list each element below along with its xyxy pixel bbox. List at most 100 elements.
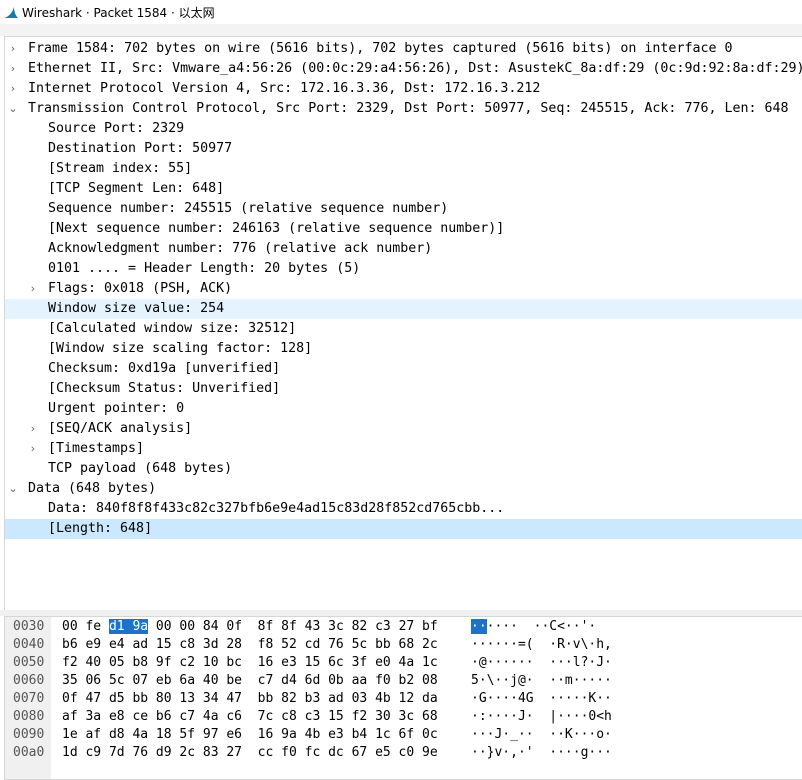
packet-details-tree[interactable]: › Frame 1584: 702 bytes on wire (5616 bit… <box>4 36 802 612</box>
ascii-segment[interactable]: ·:····J· |····0<h <box>471 709 612 724</box>
tree-item-label: Internet Protocol Version 4, Src: 172.16… <box>28 81 541 96</box>
packet-bytes-pane[interactable]: 0030 00 fe d1 9a 00 00 84 0f 8f 8f 43 3c … <box>4 616 802 780</box>
hex-row[interactable]: 00a0 1d c9 7d 76 d9 2c 83 27 cc f0 fc dc … <box>5 744 802 762</box>
tree-item[interactable]: Data: 840f8f8f433c82c327bfb6e9e4ad15c83d… <box>5 499 802 519</box>
hex-offset: 00a0 <box>13 745 45 760</box>
hex-bytes[interactable]: 0f 47 d5 bb 80 13 34 47 bb 82 b3 ad 03 4… <box>62 690 438 708</box>
tree-item-label: [Timestamps] <box>48 441 145 456</box>
selected-ascii[interactable]: ·· <box>471 619 487 634</box>
tree-item[interactable]: › Flags: 0x018 (PSH, ACK) <box>5 279 802 299</box>
hex-row[interactable]: 0060 35 06 5c 07 eb 6a 40 be c7 d4 6d 0b … <box>5 672 802 690</box>
tree-item[interactable]: [Calculated window size: 32512] <box>5 319 802 339</box>
hex-offset: 0070 <box>13 691 45 706</box>
tree-item-label: TCP payload (648 bytes) <box>48 461 233 476</box>
selected-bytes[interactable]: d1 9a <box>108 619 149 634</box>
hex-segment[interactable]: af 3a e8 ce b6 c7 4a c6 7c c8 c3 15 f2 3… <box>62 709 438 724</box>
hex-bytes[interactable]: 00 fe d1 9a 00 00 84 0f 8f 8f 43 3c 82 c… <box>62 618 438 636</box>
ascii-segment[interactable]: ·G····4G ·····K·· <box>471 691 612 706</box>
tree-item[interactable]: 0101 .... = Header Length: 20 bytes (5) <box>5 259 802 279</box>
ascii-bytes[interactable]: ···J·_·· ··K···o· <box>471 726 612 744</box>
hex-bytes[interactable]: b6 e9 e4 ad 15 c8 3d 28 f8 52 cd 76 5c b… <box>62 636 438 654</box>
hex-bytes[interactable]: 1e af d8 4a 18 5f 97 e6 16 9a 4b e3 b4 1… <box>62 726 438 744</box>
tree-item[interactable]: › [Timestamps] <box>5 439 802 459</box>
hex-offset: 0030 <box>13 619 45 634</box>
hex-segment[interactable]: 1d c9 7d 76 d9 2c 83 27 cc f0 fc dc 67 e… <box>62 745 438 760</box>
hex-row[interactable]: 0090 1e af d8 4a 18 5f 97 e6 16 9a 4b e3 … <box>5 726 802 744</box>
hex-row[interactable]: 0080 af 3a e8 ce b6 c7 4a c6 7c c8 c3 15 … <box>5 708 802 726</box>
tree-item-label: [Calculated window size: 32512] <box>48 321 297 336</box>
ascii-segment[interactable]: 5·\··j@· ··m····· <box>471 673 612 688</box>
tree-item[interactable]: Source Port: 2329 <box>5 119 802 139</box>
tree-item[interactable]: Urgent pointer: 0 <box>5 399 802 419</box>
window-titlebar: Wireshark · Packet 1584 · 以太网 <box>0 0 802 24</box>
ascii-segment[interactable]: ······=( ·R·v\·h, <box>471 637 612 652</box>
window-title: Wireshark · Packet 1584 · 以太网 <box>22 6 215 20</box>
tree-item-label: Window size value: 254 <box>48 301 225 316</box>
hex-row[interactable]: 0040 b6 e9 e4 ad 15 c8 3d 28 f8 52 cd 76 … <box>5 636 802 654</box>
hex-bytes[interactable]: 1d c9 7d 76 d9 2c 83 27 cc f0 fc dc 67 e… <box>62 744 438 762</box>
ascii-bytes[interactable]: ······=( ·R·v\·h, <box>471 636 612 654</box>
tree-item-label: [TCP Segment Len: 648] <box>48 181 225 196</box>
ascii-segment[interactable]: ·@······ ···l?·J· <box>471 655 612 670</box>
chevron-right-icon[interactable]: › <box>7 79 19 99</box>
ascii-bytes[interactable]: ·G····4G ·····K·· <box>471 690 612 708</box>
tree-item[interactable]: ⌄ Data (648 bytes) <box>5 479 802 499</box>
tree-item[interactable]: ⌄ Transmission Control Protocol, Src Port… <box>5 99 802 119</box>
ascii-bytes[interactable]: ······ ··C<··'· <box>471 618 596 636</box>
hex-segment[interactable]: 1e af d8 4a 18 5f 97 e6 16 9a 4b e3 b4 1… <box>62 727 438 742</box>
tree-item-label: Destination Port: 50977 <box>48 141 233 156</box>
ascii-segment[interactable]: ··}v·,·' ····g··· <box>471 745 612 760</box>
ascii-bytes[interactable]: ··}v·,·' ····g··· <box>471 744 612 762</box>
ascii-bytes[interactable]: ·@······ ···l?·J· <box>471 654 612 672</box>
tree-item-label: [Stream index: 55] <box>48 161 193 176</box>
tree-item[interactable]: › Ethernet II, Src: Vmware_a4:56:26 (00:0… <box>5 59 802 79</box>
chevron-right-icon[interactable]: › <box>27 419 39 439</box>
tree-item[interactable]: Sequence number: 245515 (relative sequen… <box>5 199 802 219</box>
tree-item[interactable]: [Length: 648] <box>5 519 802 539</box>
tree-item-label: Flags: 0x018 (PSH, ACK) <box>48 281 233 296</box>
ascii-segment[interactable]: ···· ··C<··'· <box>487 619 597 634</box>
tree-item-label: Frame 1584: 702 bytes on wire (5616 bits… <box>28 41 733 56</box>
chevron-right-icon[interactable]: › <box>7 39 19 59</box>
chevron-right-icon[interactable]: › <box>27 279 39 299</box>
hex-bytes[interactable]: af 3a e8 ce b6 c7 4a c6 7c c8 c3 15 f2 3… <box>62 708 438 726</box>
tree-item[interactable]: TCP payload (648 bytes) <box>5 459 802 479</box>
chevron-right-icon[interactable]: › <box>7 59 19 79</box>
tree-item[interactable]: Window size value: 254 <box>5 299 802 319</box>
hex-row[interactable]: 0050 f2 40 05 b8 9f c2 10 bc 16 e3 15 6c … <box>5 654 802 672</box>
tree-item[interactable]: › Frame 1584: 702 bytes on wire (5616 bit… <box>5 39 802 59</box>
tree-item-label: [Window size scaling factor: 128] <box>48 341 313 356</box>
tree-item[interactable]: [Checksum Status: Unverified] <box>5 379 802 399</box>
tree-item[interactable]: [Next sequence number: 246163 (relative … <box>5 219 802 239</box>
ascii-segment[interactable]: ···J·_·· ··K···o· <box>471 727 612 742</box>
chevron-right-icon[interactable]: › <box>27 439 39 459</box>
tree-item[interactable]: Acknowledgment number: 776 (relative ack… <box>5 239 802 259</box>
tree-item[interactable]: [Stream index: 55] <box>5 159 802 179</box>
tree-item[interactable]: › Internet Protocol Version 4, Src: 172.1… <box>5 79 802 99</box>
pane-separator <box>0 24 802 36</box>
tree-item[interactable]: Destination Port: 50977 <box>5 139 802 159</box>
hex-bytes[interactable]: f2 40 05 b8 9f c2 10 bc 16 e3 15 6c 3f e… <box>62 654 438 672</box>
hex-segment[interactable]: 0f 47 d5 bb 80 13 34 47 bb 82 b3 ad 03 4… <box>62 691 438 706</box>
tree-item-label: Acknowledgment number: 776 (relative ack… <box>48 241 433 256</box>
tree-item-label: Sequence number: 245515 (relative sequen… <box>48 201 449 216</box>
ascii-bytes[interactable]: 5·\··j@· ··m····· <box>471 672 612 690</box>
hex-segment[interactable]: 00 00 84 0f 8f 8f 43 3c 82 c3 27 bf <box>148 619 438 634</box>
hex-segment[interactable]: f2 40 05 b8 9f c2 10 bc 16 e3 15 6c 3f e… <box>62 655 438 670</box>
hex-row[interactable]: 0030 00 fe d1 9a 00 00 84 0f 8f 8f 43 3c … <box>5 618 802 636</box>
hex-segment[interactable]: 35 06 5c 07 eb 6a 40 be c7 d4 6d 0b aa f… <box>62 673 438 688</box>
tree-item-label: Checksum: 0xd19a [unverified] <box>48 361 281 376</box>
chevron-down-icon[interactable]: ⌄ <box>7 99 19 119</box>
chevron-down-icon[interactable]: ⌄ <box>7 479 19 499</box>
tree-item[interactable]: Checksum: 0xd19a [unverified] <box>5 359 802 379</box>
hex-bytes[interactable]: 35 06 5c 07 eb 6a 40 be c7 d4 6d 0b aa f… <box>62 672 438 690</box>
hex-segment[interactable]: b6 e9 e4 ad 15 c8 3d 28 f8 52 cd 76 5c b… <box>62 637 438 652</box>
hex-row[interactable]: 0070 0f 47 d5 bb 80 13 34 47 bb 82 b3 ad … <box>5 690 802 708</box>
wireshark-fin-icon <box>4 7 18 18</box>
tree-item[interactable]: [TCP Segment Len: 648] <box>5 179 802 199</box>
tree-item[interactable]: › [SEQ/ACK analysis] <box>5 419 802 439</box>
ascii-bytes[interactable]: ·:····J· |····0<h <box>471 708 612 726</box>
hex-segment[interactable]: 00 fe <box>62 619 109 634</box>
tree-item[interactable]: [Window size scaling factor: 128] <box>5 339 802 359</box>
tree-item-label: Source Port: 2329 <box>48 121 185 136</box>
